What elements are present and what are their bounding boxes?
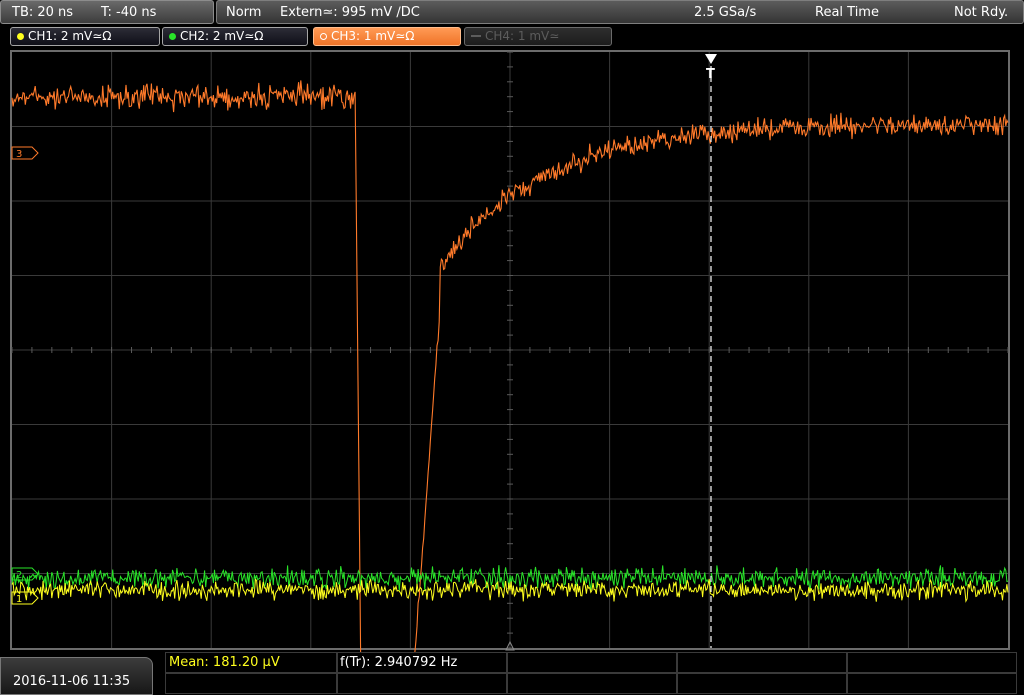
- ch1-reference-marker-label: 1: [16, 594, 22, 605]
- ch2-reference-marker-label: 2: [16, 570, 22, 581]
- trigger-marker-label: T: [706, 67, 715, 82]
- ch3-reference-marker-label: 3: [16, 149, 22, 160]
- graticule: [11, 51, 1009, 649]
- measurement-table[interactable]: Mean: 181.20 µV f(Tr): 2.940792 Hz: [165, 652, 1020, 694]
- measurement-cell-empty-3[interactable]: [507, 652, 677, 673]
- oscilloscope-screen: TB: 20 ns T: -40 ns Norm Extern≃: 995 mV…: [0, 0, 1024, 695]
- trigger-marker-icon: [705, 54, 717, 64]
- measurement-cell-frequency[interactable]: f(Tr): 2.940792 Hz: [337, 652, 507, 673]
- measurement-cell-mean[interactable]: Mean: 181.20 µV: [165, 652, 337, 673]
- measurement-cell-empty-10[interactable]: [847, 673, 1017, 694]
- measurement-cell-empty-7[interactable]: [337, 673, 507, 694]
- datetime-box: 2016-11-06 11:35: [0, 657, 153, 695]
- measurement-cell-empty-9[interactable]: [677, 673, 847, 694]
- mean-measurement: Mean: 181.20 µV: [169, 655, 280, 670]
- measurement-cell-empty-4[interactable]: [677, 652, 847, 673]
- reference-markers: T 3 2 1: [11, 54, 717, 651]
- measurement-cell-empty-8[interactable]: [507, 673, 677, 694]
- datetime-label: 2016-11-06 11:35: [13, 674, 131, 689]
- frequency-measurement: f(Tr): 2.940792 Hz: [340, 655, 458, 670]
- measurement-cell-empty-5[interactable]: [847, 652, 1017, 673]
- waveform-canvas: T 3 2 1: [11, 51, 1009, 654]
- measurement-cell-empty-6[interactable]: [165, 673, 337, 694]
